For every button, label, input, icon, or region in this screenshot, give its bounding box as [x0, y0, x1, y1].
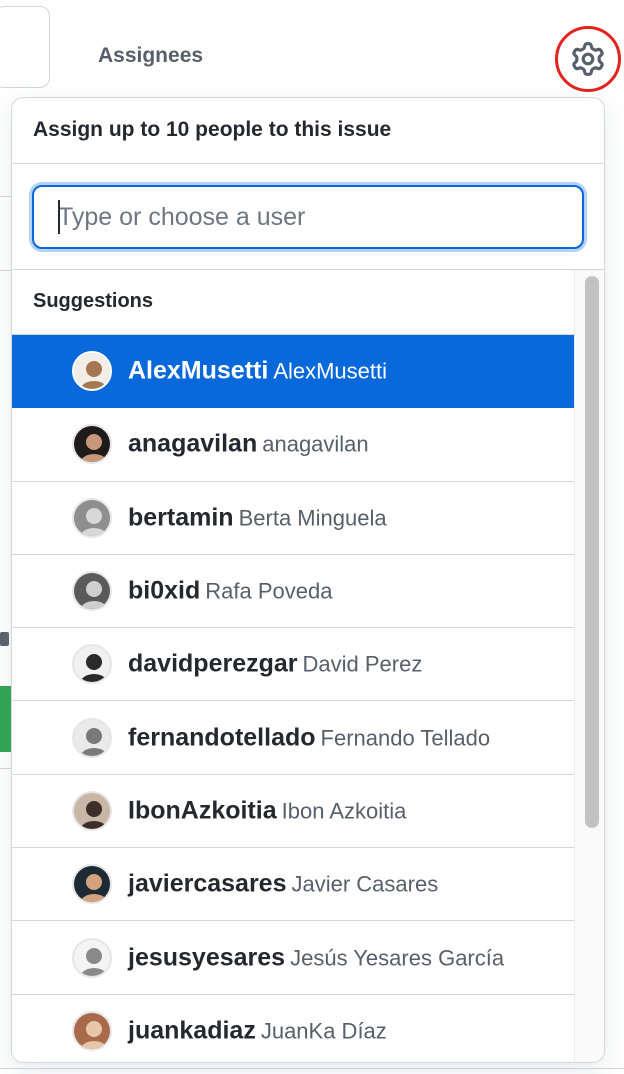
user-login: AlexMusetti	[128, 356, 269, 385]
user-text: IbonAzkoitia Ibon Azkoitia	[128, 796, 406, 825]
avatar	[72, 351, 112, 392]
avatar	[72, 937, 112, 978]
user-login: juankadiaz	[128, 1016, 256, 1045]
user-text: jesusyesares Jesús Yesares García	[128, 943, 504, 972]
user-text: bi0xid Rafa Poveda	[128, 577, 332, 606]
user-full-name: Jesús Yesares García	[290, 945, 505, 971]
user-suggestion-row[interactable]: bi0xid Rafa Poveda	[12, 554, 574, 629]
assignees-heading: Assignees	[98, 44, 204, 67]
assignees-settings-button[interactable]	[555, 26, 621, 92]
user-suggestion-row[interactable]: AlexMusetti AlexMusetti	[12, 335, 574, 409]
user-suggestion-row[interactable]: jesusyesares Jesús Yesares García	[12, 921, 574, 995]
user-suggestion-row[interactable]: anagavilan anagavilan	[12, 408, 574, 482]
user-login: jesusyesares	[128, 943, 286, 972]
avatar	[72, 424, 112, 465]
user-full-name: Ibon Azkoitia	[281, 798, 407, 824]
background-panel	[0, 6, 50, 88]
user-login: fernandotellado	[128, 723, 316, 752]
gear-icon	[572, 42, 604, 76]
avatar	[72, 644, 112, 685]
user-login: bi0xid	[128, 576, 201, 605]
user-text: javiercasares Javier Casares	[128, 870, 438, 899]
avatar	[72, 571, 112, 612]
avatar	[72, 864, 112, 905]
user-full-name: Javier Casares	[291, 871, 439, 897]
user-text: AlexMusetti AlexMusetti	[128, 357, 387, 386]
avatar	[72, 497, 112, 538]
user-login: javiercasares	[128, 869, 287, 898]
user-text: anagavilan anagavilan	[128, 430, 369, 459]
user-suggestion-row[interactable]: juankadiaz JuanKa Díaz	[12, 994, 574, 1062]
popover-title: Assign up to 10 people to this issue	[12, 98, 604, 164]
user-full-name: Rafa Poveda	[205, 578, 333, 604]
user-full-name: Fernando Tellado	[320, 725, 491, 751]
avatar	[72, 1010, 112, 1051]
user-suggestion-row[interactable]: javiercasares Javier Casares	[12, 848, 574, 922]
user-login: bertamin	[128, 503, 234, 532]
avatar	[72, 717, 112, 758]
user-full-name: anagavilan	[262, 431, 369, 457]
suggestions-list: AlexMusetti AlexMusetti anagavilan anagavil…	[12, 335, 574, 1062]
assignees-screen: Assignees Assign up to 10 people to this…	[0, 0, 624, 1074]
user-suggestion-row[interactable]: davidperezgar David Perez	[12, 628, 574, 702]
background-icon	[0, 632, 9, 646]
user-full-name: David Perez	[302, 651, 423, 677]
user-full-name: Berta Minguela	[238, 505, 387, 531]
user-text: fernandotellado Fernando Tellado	[128, 723, 490, 752]
text-caret	[58, 200, 60, 234]
user-suggestion-row[interactable]: IbonAzkoitia Ibon Azkoitia	[12, 774, 574, 849]
user-text: davidperezgar David Perez	[128, 650, 422, 679]
user-text: bertamin Berta Minguela	[128, 503, 387, 532]
assignees-popover: Assign up to 10 people to this issue Sug…	[11, 97, 605, 1063]
suggestions-heading: Suggestions	[12, 270, 574, 335]
user-full-name: JuanKa Díaz	[260, 1018, 387, 1044]
avatar	[72, 790, 112, 831]
user-suggestion-row[interactable]: fernandotellado Fernando Tellado	[12, 701, 574, 775]
scrollbar[interactable]	[574, 270, 604, 1062]
search-area	[12, 164, 604, 270]
user-login: anagavilan	[128, 429, 258, 458]
user-login: IbonAzkoitia	[128, 796, 277, 825]
user-suggestion-row[interactable]: bertamin Berta Minguela	[12, 481, 574, 555]
user-search-input[interactable]	[32, 185, 584, 249]
user-login: davidperezgar	[128, 649, 298, 678]
user-text: juankadiaz JuanKa Díaz	[128, 1016, 387, 1045]
user-full-name: AlexMusetti	[273, 358, 388, 384]
scrollbar-thumb[interactable]	[585, 276, 599, 828]
bottom-divider	[0, 1068, 624, 1069]
